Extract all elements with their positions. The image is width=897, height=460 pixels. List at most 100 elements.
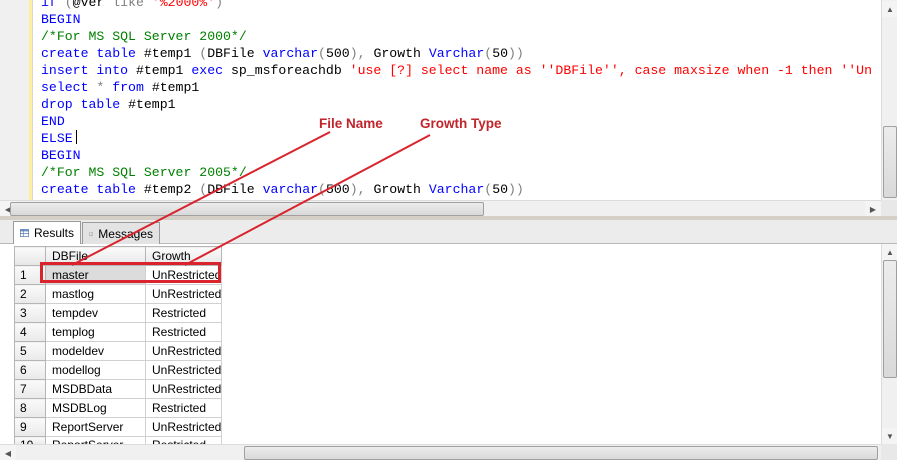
dbfile-cell[interactable]: ReportServer xyxy=(45,417,146,437)
code-token: create table xyxy=(41,46,144,61)
results-hscroll-thumb[interactable] xyxy=(244,446,878,460)
code-token: drop table xyxy=(41,97,129,112)
code-line: select * from #temp1 xyxy=(41,79,881,96)
code-token: select xyxy=(41,80,97,95)
code-token: '%2000%' xyxy=(151,0,216,10)
code-token: 'use [?] select name as ''DBFile'', case… xyxy=(349,63,872,78)
table-row[interactable]: 6 modellog UnRestricted xyxy=(14,360,223,380)
code-token: exec xyxy=(191,63,231,78)
dbfile-cell-text: MSDBData xyxy=(52,382,113,396)
row-number-cell-text: 6 xyxy=(20,363,27,377)
growth-cell[interactable]: UnRestricted xyxy=(144,341,223,361)
editor-hscroll-thumb[interactable] xyxy=(10,202,484,216)
dbfile-cell[interactable]: tempdev xyxy=(45,303,146,323)
code-token: )) xyxy=(508,182,524,197)
code-token: ( xyxy=(484,46,493,61)
code-token: ELSE xyxy=(41,131,73,146)
scroll-right-icon[interactable]: ▶ xyxy=(865,201,881,217)
code-line: create table #temp2 (DBFile varchar(500)… xyxy=(41,181,881,198)
table-row[interactable]: 2 mastlog UnRestricted xyxy=(14,284,223,304)
editor-vertical-scrollbar[interactable]: ▲ xyxy=(881,0,897,200)
dbfile-cell[interactable]: mastlog xyxy=(45,284,146,304)
growth-cell-text: Restricted xyxy=(152,306,207,320)
table-row[interactable]: 7 MSDBData UnRestricted xyxy=(14,379,223,399)
row-number-cell-text: 9 xyxy=(20,420,27,434)
row-number-cell[interactable]: 6 xyxy=(14,360,46,380)
scroll-left-icon[interactable]: ◀ xyxy=(0,445,16,460)
growth-cell-text: UnRestricted xyxy=(152,344,222,358)
results-horizontal-scrollbar[interactable]: ◀ xyxy=(0,444,881,460)
dbfile-cell[interactable]: modellog xyxy=(45,360,146,380)
row-number-cell[interactable]: 4 xyxy=(14,322,46,342)
editor-gutter xyxy=(0,0,33,200)
growth-cell-text: UnRestricted xyxy=(152,382,222,396)
growth-cell[interactable]: UnRestricted xyxy=(144,284,223,304)
results-vertical-scrollbar[interactable]: ▲ ▼ xyxy=(881,244,897,444)
growth-cell[interactable]: Restricted xyxy=(144,303,223,323)
scrollbar-corner xyxy=(881,200,897,216)
table-row[interactable]: 9 ReportServer UnRestricted xyxy=(14,417,223,437)
dbfile-cell[interactable]: modeldev xyxy=(45,341,146,361)
code-line: create table #temp1 (DBFile varchar(500)… xyxy=(41,45,881,62)
table-row[interactable]: 5 modeldev UnRestricted xyxy=(14,341,223,361)
row-number-cell[interactable]: 3 xyxy=(14,303,46,323)
code-token: like xyxy=(112,0,152,10)
code-token: /*For MS SQL Server 2000*/ xyxy=(41,29,247,44)
row-number-cell-text: 3 xyxy=(20,306,27,320)
row-number-cell[interactable]: 9 xyxy=(14,417,46,437)
code-token: varchar xyxy=(262,182,319,197)
code-token: Varchar xyxy=(428,182,485,197)
dbfile-cell-text: modellog xyxy=(52,363,101,377)
tab-results[interactable]: Results xyxy=(13,221,81,244)
editor-horizontal-scrollbar[interactable]: ◀ ▶ xyxy=(0,200,881,217)
growth-cell[interactable]: UnRestricted xyxy=(144,360,223,380)
row-number-cell[interactable]: 2 xyxy=(14,284,46,304)
row-number-cell[interactable]: 8 xyxy=(14,398,46,418)
dbfile-cell-text: MSDBLog xyxy=(52,401,107,415)
table-row[interactable]: 8 MSDBLog Restricted xyxy=(14,398,223,418)
code-token: #temp1 xyxy=(135,63,192,78)
results-tab-bar: Results Messages xyxy=(0,220,897,244)
results-vscroll-thumb[interactable] xyxy=(883,260,897,378)
scroll-up-icon[interactable]: ▲ xyxy=(882,244,897,260)
code-token: create table xyxy=(41,182,144,197)
code-token: from xyxy=(112,80,152,95)
code-line: BEGIN xyxy=(41,147,881,164)
dbfile-cell[interactable]: MSDBData xyxy=(45,379,146,399)
code-token: ), xyxy=(349,182,374,197)
message-icon xyxy=(89,231,93,236)
dbfile-cell[interactable]: templog xyxy=(45,322,146,342)
dbfile-cell[interactable]: MSDBLog xyxy=(45,398,146,418)
code-token: ( xyxy=(484,182,493,197)
code-token: if xyxy=(41,0,65,10)
dbfile-cell-text: mastlog xyxy=(52,287,95,301)
dbfile-cell-text: tempdev xyxy=(52,306,99,320)
row-number-cell-text: 4 xyxy=(20,325,27,339)
code-token: @ver xyxy=(72,0,113,10)
code-token: varchar xyxy=(262,46,319,61)
row-number-cell[interactable]: 5 xyxy=(14,341,46,361)
code-token: insert into xyxy=(41,63,136,78)
scroll-down-icon[interactable]: ▼ xyxy=(882,428,897,444)
code-token: BEGIN xyxy=(41,12,81,27)
growth-cell[interactable]: UnRestricted xyxy=(144,379,223,399)
row-number-cell[interactable]: 7 xyxy=(14,379,46,399)
editor-vscroll-thumb[interactable] xyxy=(883,126,897,198)
code-token: #temp1 xyxy=(151,80,200,95)
table-row[interactable]: 3 tempdev Restricted xyxy=(14,303,223,323)
code-area[interactable]: if (@ver like '%2000%') BEGIN/*For MS SQL… xyxy=(41,0,881,200)
code-line: drop table #temp1 xyxy=(41,96,881,113)
growth-cell[interactable]: Restricted xyxy=(144,322,223,342)
row-number-cell-text: 1 xyxy=(20,268,27,282)
tab-messages[interactable]: Messages xyxy=(82,222,160,244)
code-token: Growth xyxy=(373,46,429,61)
code-token: #temp2 xyxy=(143,182,200,197)
dbfile-cell-text: modeldev xyxy=(52,344,105,358)
growth-cell-text: UnRestricted xyxy=(152,363,222,377)
table-row[interactable]: 4 templog Restricted xyxy=(14,322,223,342)
dbfile-cell-text: templog xyxy=(52,325,95,339)
query-editor[interactable]: if (@ver like '%2000%') BEGIN/*For MS SQL… xyxy=(0,0,897,217)
growth-cell[interactable]: UnRestricted xyxy=(144,417,223,437)
scroll-up-icon[interactable]: ▲ xyxy=(882,1,897,17)
growth-cell[interactable]: Restricted xyxy=(144,398,223,418)
